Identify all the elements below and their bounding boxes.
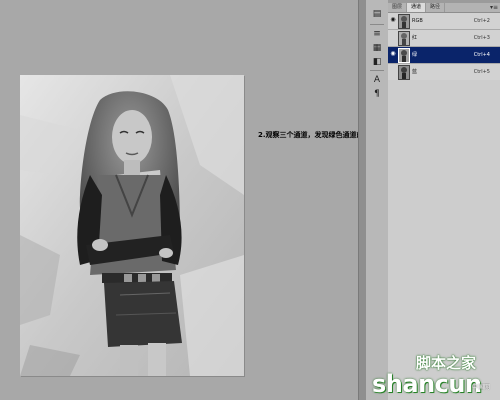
watermark-logo: 脚本之家 shancun 中国网 xyxy=(372,352,498,398)
tab-paths[interactable]: 路径 xyxy=(426,3,446,12)
channel-thumbnail xyxy=(398,48,410,63)
menu-icon[interactable]: ▾≡ xyxy=(490,3,498,12)
watermark-net: 中国网 xyxy=(472,384,491,391)
channel-shortcut: Ctrl+4 xyxy=(473,52,490,58)
channel-shortcut: Ctrl+2 xyxy=(473,18,490,24)
document-image[interactable] xyxy=(20,75,244,376)
panel-tabs: 图层 通道 路径 xyxy=(388,3,500,13)
channel-row-blue[interactable]: 蓝 Ctrl+5 xyxy=(388,64,500,81)
channel-row-red[interactable]: 红 Ctrl+3 xyxy=(388,30,500,47)
adjust-icon[interactable]: ≡ xyxy=(370,28,384,40)
watermark-en: shancun xyxy=(372,370,482,398)
channel-thumbnail xyxy=(398,31,410,46)
channels-panel: 图层 通道 路径 ▾≡ ◉ RGB Ctrl+2 红 Ctrl+3 ◉ 绿 Ct… xyxy=(388,0,500,400)
channels-icon[interactable]: ◧ xyxy=(370,56,384,68)
photo-green-channel xyxy=(20,75,244,376)
channel-thumbnail xyxy=(398,65,410,80)
tool-divider xyxy=(370,24,384,25)
channel-name: RGB xyxy=(412,18,423,24)
tab-layers[interactable]: 图层 xyxy=(388,3,408,12)
histogram-icon[interactable]: ▤ xyxy=(370,8,384,20)
character-icon[interactable]: A xyxy=(370,74,384,86)
tool-divider xyxy=(370,70,384,71)
eye-icon-hidden[interactable] xyxy=(389,33,397,41)
channel-shortcut: Ctrl+5 xyxy=(473,69,490,75)
panel-icon-column: ▤ ≡ ▦ ◧ A ¶ xyxy=(366,0,389,400)
channel-thumbnail xyxy=(398,14,410,29)
channel-name: 绿 xyxy=(412,52,418,58)
eye-icon[interactable]: ◉ xyxy=(389,16,397,24)
channel-list: ◉ RGB Ctrl+2 红 Ctrl+3 ◉ 绿 Ctrl+4 蓝 Ctrl+… xyxy=(388,13,500,81)
channel-row-rgb[interactable]: ◉ RGB Ctrl+2 xyxy=(388,13,500,30)
channel-name: 蓝 xyxy=(412,69,418,75)
document-canvas-area[interactable]: 2.观察三个通道，发现绿色通道的反差较为明显 xyxy=(0,0,406,400)
paragraph-icon[interactable]: ¶ xyxy=(370,88,384,100)
channel-shortcut: Ctrl+3 xyxy=(473,35,490,41)
tab-channels[interactable]: 通道 xyxy=(407,3,427,12)
eye-icon-hidden[interactable] xyxy=(389,67,397,75)
channel-row-green[interactable]: ◉ 绿 Ctrl+4 xyxy=(388,47,500,64)
channel-name: 红 xyxy=(412,35,418,41)
eye-icon[interactable]: ◉ xyxy=(389,50,397,58)
layers-icon[interactable]: ▦ xyxy=(370,42,384,54)
